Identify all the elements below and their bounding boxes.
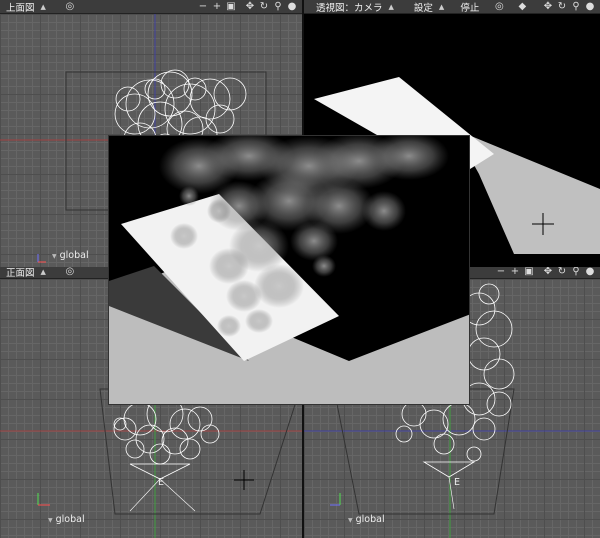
- perspective-view-label[interactable]: 透視図：カメラ: [304, 0, 383, 14]
- stop-button[interactable]: 停止: [460, 0, 479, 14]
- magnify-icon[interactable]: ⚲: [570, 266, 582, 277]
- rotate-icon[interactable]: ↻: [556, 1, 568, 12]
- settings-caret-icon[interactable]: ▲: [439, 3, 444, 11]
- sphere-icon[interactable]: ●: [584, 266, 596, 277]
- sphere-icon[interactable]: ●: [286, 1, 298, 12]
- move-icon[interactable]: ✥: [542, 1, 554, 12]
- move-icon[interactable]: ✥: [244, 1, 256, 12]
- view-menu-caret-icon[interactable]: ▲: [41, 3, 46, 11]
- axis-caret-icon: ▼: [48, 517, 53, 524]
- zoom-in-icon[interactable]: +: [211, 1, 223, 12]
- top-view-toolbar: 上面図 ▲ ◎ − + ▣ ✥ ↻ ⚲ ●: [0, 0, 302, 14]
- zoom-in-icon[interactable]: +: [509, 266, 521, 277]
- axis-caret-icon: ▼: [348, 517, 353, 524]
- axis-caret-icon: ▼: [52, 253, 57, 260]
- sphere-icon[interactable]: ●: [584, 1, 596, 12]
- target-icon[interactable]: ◎: [64, 266, 76, 277]
- top-axis-mode[interactable]: ▼ global: [52, 250, 89, 261]
- settings-menu[interactable]: 設定: [414, 0, 433, 14]
- front-axis-mode[interactable]: ▼ global: [48, 514, 85, 525]
- rotate-icon[interactable]: ↻: [258, 1, 270, 12]
- top-view-label[interactable]: 上面図: [0, 0, 35, 14]
- camera-icon[interactable]: ▣: [523, 266, 535, 277]
- move-icon[interactable]: ✥: [542, 266, 554, 277]
- magnify-icon[interactable]: ⚲: [570, 1, 582, 12]
- render-preview-window[interactable]: [108, 135, 470, 405]
- magnify-icon[interactable]: ⚲: [272, 1, 284, 12]
- target-icon[interactable]: ◎: [64, 1, 76, 12]
- camera-icon[interactable]: ▣: [225, 1, 237, 12]
- zoom-out-icon[interactable]: −: [197, 1, 209, 12]
- render-preview-image: [109, 136, 469, 404]
- front-e-marker: E: [158, 477, 165, 488]
- view-menu-caret-icon[interactable]: ▲: [41, 268, 46, 276]
- right-e-marker: E: [454, 477, 461, 488]
- target-icon[interactable]: ◎: [493, 1, 505, 12]
- perspective-view-toolbar: 透視図：カメラ ▲ 設定 ▲ 停止 ◎ ◆ ✥ ↻ ⚲ ●: [304, 0, 600, 14]
- rotate-icon[interactable]: ↻: [556, 266, 568, 277]
- right-axis-mode[interactable]: ▼ global: [348, 514, 385, 525]
- cube-icon[interactable]: ◆: [516, 1, 528, 12]
- zoom-out-icon[interactable]: −: [495, 266, 507, 277]
- view-menu-caret-icon[interactable]: ▲: [389, 3, 394, 11]
